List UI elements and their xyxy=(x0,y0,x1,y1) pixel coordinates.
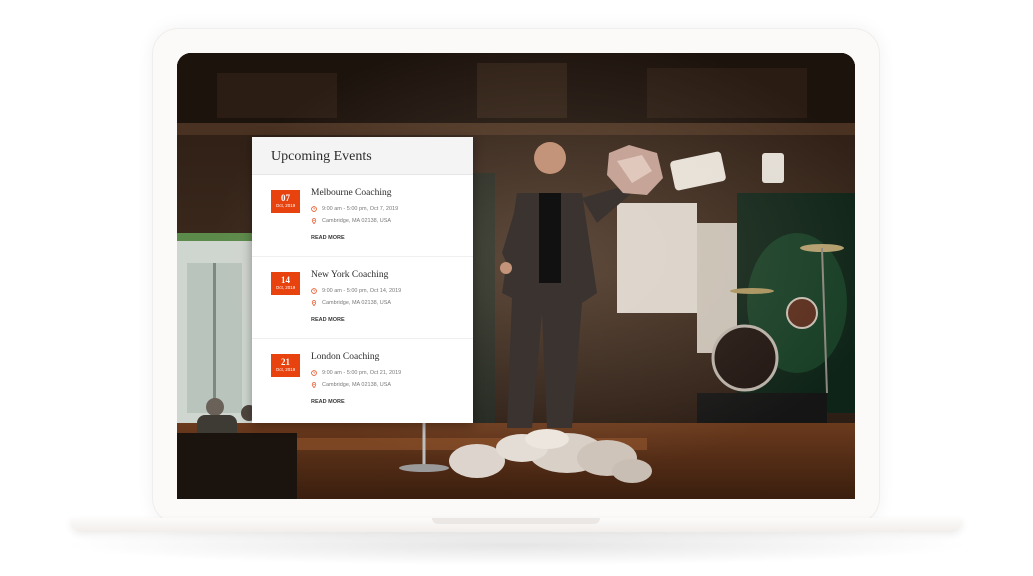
date-day: 14 xyxy=(281,275,290,285)
clock-icon xyxy=(311,370,317,376)
map-pin-icon xyxy=(311,382,317,388)
panel-header: Upcoming Events xyxy=(252,137,473,175)
event-item: 14 Oct, 2019 New York Coaching 9:00 am -… xyxy=(252,257,473,339)
date-month: Oct, 2019 xyxy=(275,367,296,372)
event-time: 9:00 am - 5:00 pm, Oct 21, 2019 xyxy=(311,370,401,376)
event-location-text: Cambridge, MA 02138, USA xyxy=(322,218,392,224)
upcoming-events-panel: Upcoming Events 07 Oct, 2019 Melbourne C… xyxy=(252,137,473,423)
clock-icon xyxy=(311,206,317,212)
event-time-text: 9:00 am - 5:00 pm, Oct 14, 2019 xyxy=(322,288,402,294)
event-location-text: Cambridge, MA 02138, USA xyxy=(322,382,392,388)
event-location: Cambridge, MA 02138, USA xyxy=(311,218,391,224)
laptop-screen: Upcoming Events 07 Oct, 2019 Melbourne C… xyxy=(177,53,855,499)
event-location-text: Cambridge, MA 02138, USA xyxy=(322,300,392,306)
date-badge: 21 Oct, 2019 xyxy=(271,354,300,377)
event-title[interactable]: London Coaching xyxy=(311,352,379,362)
date-badge: 07 Oct, 2019 xyxy=(271,190,300,213)
clock-icon xyxy=(311,288,317,294)
read-more-link[interactable]: READ MORE xyxy=(311,399,345,405)
event-title[interactable]: Melbourne Coaching xyxy=(311,188,391,198)
map-pin-icon xyxy=(311,218,317,224)
read-more-link[interactable]: READ MORE xyxy=(311,317,345,323)
read-more-link[interactable]: READ MORE xyxy=(311,235,345,241)
event-item: 21 Oct, 2019 London Coaching 9:00 am - 5… xyxy=(252,339,473,421)
date-day: 21 xyxy=(281,357,290,367)
event-location: Cambridge, MA 02138, USA xyxy=(311,382,391,388)
date-month: Oct, 2019 xyxy=(275,285,296,290)
laptop-notch xyxy=(432,518,600,524)
date-month: Oct, 2019 xyxy=(275,203,296,208)
event-location: Cambridge, MA 02138, USA xyxy=(311,300,391,306)
event-time: 9:00 am - 5:00 pm, Oct 7, 2019 xyxy=(311,206,398,212)
event-item: 07 Oct, 2019 Melbourne Coaching 9:00 am … xyxy=(252,175,473,257)
panel-title: Upcoming Events xyxy=(271,149,372,164)
date-day: 07 xyxy=(281,193,290,203)
event-title[interactable]: New York Coaching xyxy=(311,270,388,280)
date-badge: 14 Oct, 2019 xyxy=(271,272,300,295)
map-pin-icon xyxy=(311,300,317,306)
event-time-text: 9:00 am - 5:00 pm, Oct 7, 2019 xyxy=(322,206,399,212)
event-time-text: 9:00 am - 5:00 pm, Oct 21, 2019 xyxy=(322,370,402,376)
event-time: 9:00 am - 5:00 pm, Oct 14, 2019 xyxy=(311,288,401,294)
